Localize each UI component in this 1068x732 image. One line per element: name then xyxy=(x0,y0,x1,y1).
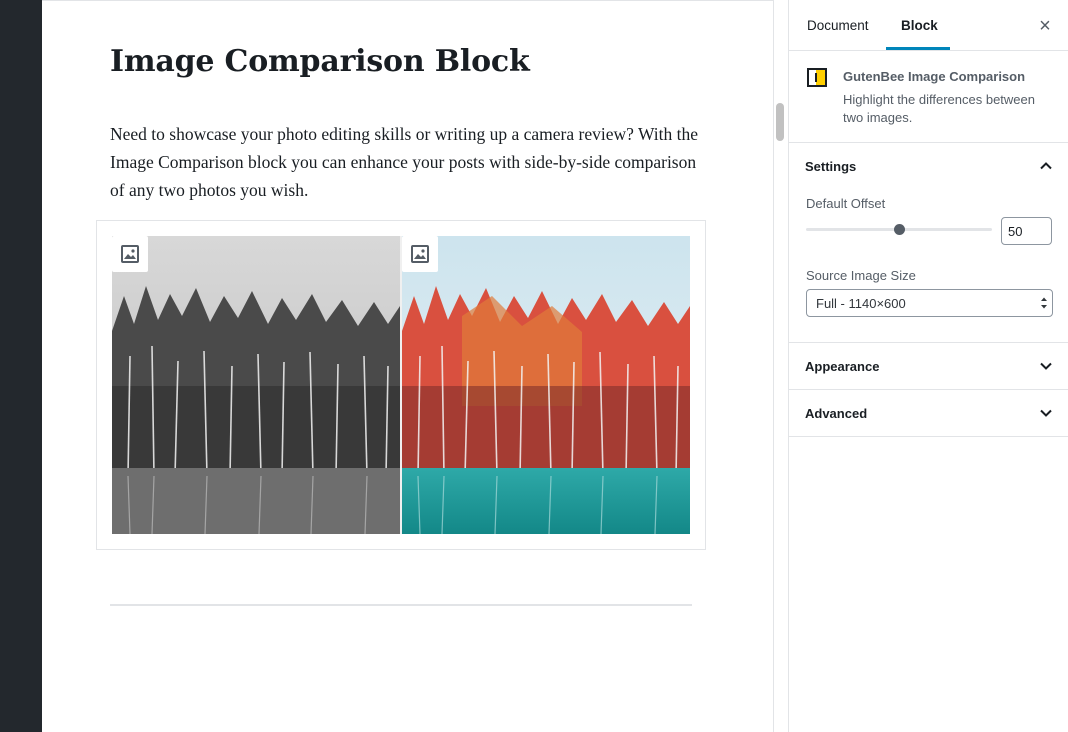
tab-block[interactable]: Block xyxy=(885,0,954,50)
block-description: Highlight the differences between two im… xyxy=(843,92,1035,125)
active-tab-indicator xyxy=(886,47,950,50)
select-arrows-icon xyxy=(1041,297,1047,309)
default-offset-input[interactable] xyxy=(1001,217,1052,245)
advanced-panel[interactable]: Advanced xyxy=(789,390,1068,437)
block-card: GutenBee Image Comparison Highlight the … xyxy=(789,51,1068,143)
sidebar-tabs: Document Block × xyxy=(789,0,1068,51)
default-offset-slider[interactable] xyxy=(806,224,992,235)
image-comparison-viewport xyxy=(112,236,690,534)
image-comparison-block[interactable] xyxy=(96,220,706,550)
replace-image-right-button[interactable] xyxy=(402,236,438,272)
default-offset-label: Default Offset xyxy=(806,196,886,211)
block-name: GutenBee Image Comparison xyxy=(843,69,1026,84)
select-value: Full - 1140×600 xyxy=(816,296,906,311)
settings-panel: Settings Default Offset Source Image Siz… xyxy=(789,143,1068,343)
admin-sidebar xyxy=(0,0,42,732)
grayscale-forest-image xyxy=(112,236,400,534)
appearance-panel[interactable]: Appearance xyxy=(789,343,1068,390)
post-paragraph[interactable]: Need to showcase your photo editing skil… xyxy=(110,120,700,204)
replace-image-left-button[interactable] xyxy=(112,236,148,272)
editor-scrollbar[interactable] xyxy=(776,103,784,141)
chevron-down-icon[interactable] xyxy=(1039,359,1053,373)
settings-panel-toggle[interactable]: Settings xyxy=(805,159,856,174)
image-comparison-icon xyxy=(807,68,827,87)
close-icon[interactable]: × xyxy=(1035,16,1055,36)
slider-handle[interactable] xyxy=(894,224,905,235)
editor-divider xyxy=(773,0,774,732)
chevron-up-icon[interactable] xyxy=(1039,159,1053,173)
post-title[interactable]: Image Comparison Block xyxy=(110,44,530,79)
tab-document[interactable]: Document xyxy=(791,0,885,50)
color-forest-image xyxy=(402,236,690,534)
chevron-down-icon[interactable] xyxy=(1039,406,1053,420)
image-icon xyxy=(411,245,429,263)
source-image-size-select[interactable]: Full - 1140×600 xyxy=(806,289,1053,317)
source-image-size-label: Source Image Size xyxy=(806,268,916,283)
settings-sidebar: Document Block × GutenBee Image Comparis… xyxy=(788,0,1068,732)
separator-block[interactable] xyxy=(110,604,692,606)
advanced-panel-toggle[interactable]: Advanced xyxy=(805,406,867,421)
image-icon xyxy=(121,245,139,263)
appearance-panel-toggle[interactable]: Appearance xyxy=(805,359,879,374)
